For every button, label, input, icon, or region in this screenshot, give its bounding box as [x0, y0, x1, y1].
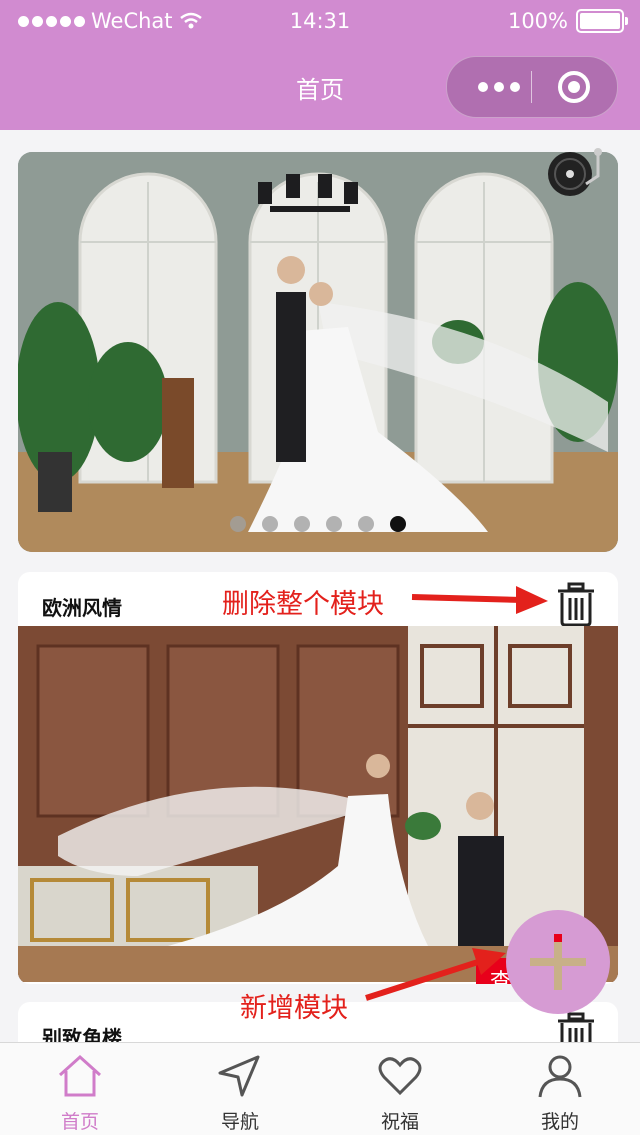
annotation-delete-module: 删除整个模块	[222, 589, 384, 620]
delete-module-icon[interactable]	[554, 580, 598, 628]
plus-icon	[530, 934, 586, 990]
tab-label: 我的	[540, 1111, 579, 1133]
module-title: 欧洲风情	[42, 596, 122, 620]
carousel-dot[interactable]	[390, 516, 406, 532]
banner-photo	[18, 152, 618, 552]
user-icon	[538, 1055, 582, 1098]
top-bar: WeChat 14:31 100% 首页	[0, 0, 640, 130]
close-miniprogram-icon[interactable]	[557, 70, 591, 104]
navigation-icon	[218, 1055, 260, 1097]
carousel-dot[interactable]	[262, 516, 278, 532]
tab-bar: 首页 导航 祝福 我的	[0, 1042, 640, 1135]
music-toggle-icon[interactable]	[546, 146, 608, 198]
add-module-button[interactable]	[506, 910, 610, 1014]
carousel-dot[interactable]	[358, 516, 374, 532]
tab-blessing[interactable]: 祝福	[320, 1043, 480, 1135]
status-bar: WeChat 14:31 100%	[0, 0, 640, 44]
carousel-indicators	[230, 516, 406, 532]
tab-label: 祝福	[380, 1111, 419, 1133]
carousel-dot[interactable]	[326, 516, 342, 532]
tab-home[interactable]: 首页	[0, 1043, 160, 1135]
tab-mine[interactable]: 我的	[480, 1043, 640, 1135]
battery-group: 100%	[507, 9, 628, 33]
annotation-add-module: 新增模块	[240, 993, 348, 1024]
banner-carousel[interactable]	[18, 152, 618, 552]
carousel-dot[interactable]	[230, 516, 246, 532]
battery-percent: 100%	[507, 9, 568, 33]
tab-label: 导航	[220, 1111, 259, 1133]
tab-label: 首页	[60, 1111, 99, 1133]
more-button[interactable]	[467, 57, 531, 117]
carousel-dot[interactable]	[294, 516, 310, 532]
capsule-divider	[531, 71, 532, 103]
tab-navigation[interactable]: 导航	[160, 1043, 320, 1135]
heart-icon	[378, 1057, 422, 1096]
miniprogram-capsule	[446, 56, 618, 118]
home-icon	[58, 1054, 102, 1097]
battery-icon	[576, 9, 628, 33]
